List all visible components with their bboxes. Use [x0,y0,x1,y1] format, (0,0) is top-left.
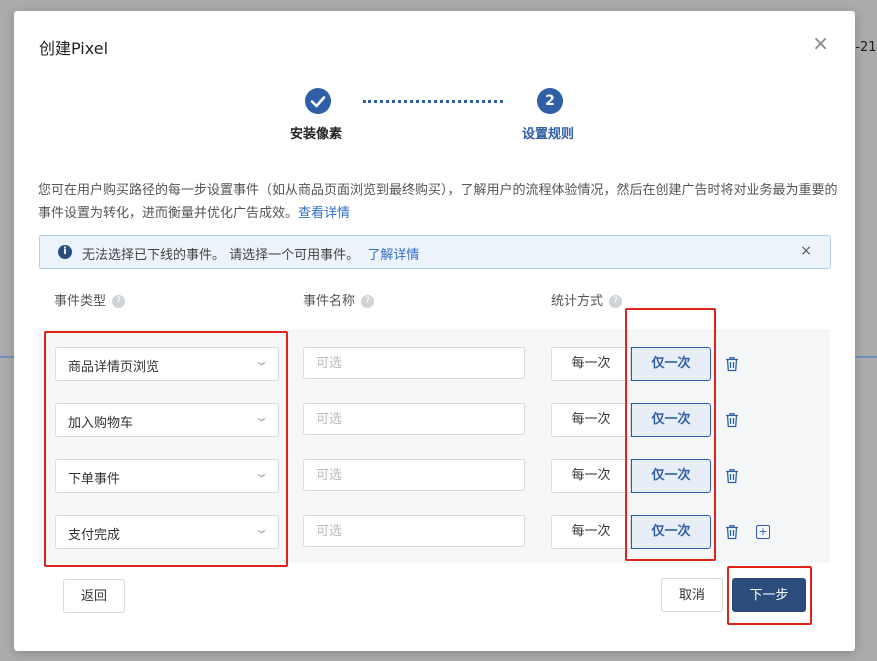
step-done-check-icon [305,88,331,114]
close-icon[interactable]: × [812,33,829,53]
next-step-button[interactable]: 下一步 [732,578,806,612]
trash-icon[interactable] [725,412,739,428]
cancel-button[interactable]: 取消 [661,578,723,612]
trash-icon[interactable] [725,356,739,372]
step-number-badge: 2 [537,88,563,114]
event-type-value: 下单事件 [68,472,121,487]
count-once-button[interactable]: 仅一次 [631,347,711,381]
help-icon[interactable]: ? [361,295,375,308]
info-icon: i [58,245,72,259]
step-label-rules: 设置规则 [522,127,575,142]
chevron-down-icon: ⌄ [254,467,269,480]
create-pixel-modal: 创建Pixel × 2 安装像素 设置规则 您可在用户购买路径的每一步设置事件（… [14,11,855,651]
count-once-button[interactable]: 仅一次 [631,515,711,549]
description-body: 您可在用户购买路径的每一步设置事件（如从商品页面浏览到最终购买），了解用户的流程… [38,183,838,221]
event-type-select[interactable]: 支付完成 ⌄ [55,515,279,549]
chevron-down-icon: ⌄ [254,523,269,536]
add-row-plus-icon[interactable]: + [756,525,770,539]
info-alert: i 无法选择已下线的事件。 请选择一个可用事件。 了解详情 × [39,235,831,269]
column-label: 统计方式 [551,294,604,309]
description-text: 您可在用户购买路径的每一步设置事件（如从商品页面浏览到最终购买），了解用户的流程… [38,179,838,225]
help-icon[interactable]: ? [112,295,126,308]
step-label-install: 安装像素 [290,127,343,142]
trash-icon[interactable] [725,524,739,540]
alert-text: 无法选择已下线的事件。 请选择一个可用事件。 [82,248,360,263]
event-name-input[interactable] [303,459,525,491]
count-each-button[interactable]: 每一次 [551,347,631,381]
event-type-select[interactable]: 加入购物车 ⌄ [55,403,279,437]
back-button[interactable]: 返回 [63,579,125,613]
column-label: 事件名称 [303,294,356,309]
help-icon[interactable]: ? [609,295,623,308]
column-header-count-method: 统计方式? [551,290,623,309]
event-name-input[interactable] [303,515,525,547]
rule-row: 下单事件 ⌄ 每一次 仅一次 [14,459,855,495]
count-each-button[interactable]: 每一次 [551,515,631,549]
event-type-value: 加入购物车 [68,416,134,431]
description-link[interactable]: 查看详情 [298,206,350,221]
column-label: 事件类型 [54,294,107,309]
check-icon [310,96,326,108]
event-type-select[interactable]: 下单事件 ⌄ [55,459,279,493]
count-once-button[interactable]: 仅一次 [631,459,711,493]
alert-link[interactable]: 了解详情 [367,248,419,263]
rule-row: 加入购物车 ⌄ 每一次 仅一次 [14,403,855,439]
event-type-select[interactable]: 商品详情页浏览 ⌄ [55,347,279,381]
event-type-value: 支付完成 [68,528,121,543]
alert-message: 无法选择已下线的事件。 请选择一个可用事件。 了解详情 [82,244,419,263]
alert-close-icon[interactable]: × [800,243,812,259]
chevron-down-icon: ⌄ [254,411,269,424]
column-header-event-name: 事件名称? [303,290,375,309]
chevron-down-icon: ⌄ [254,355,269,368]
event-name-input[interactable] [303,347,525,379]
modal-title: 创建Pixel [39,39,109,58]
event-name-input[interactable] [303,403,525,435]
count-each-button[interactable]: 每一次 [551,459,631,493]
rule-row: 支付完成 ⌄ 每一次 仅一次 + [14,515,855,551]
rule-row: 商品详情页浏览 ⌄ 每一次 仅一次 [14,347,855,383]
count-each-button[interactable]: 每一次 [551,403,631,437]
count-once-button[interactable]: 仅一次 [631,403,711,437]
column-header-event-type: 事件类型? [54,290,126,309]
event-type-value: 商品详情页浏览 [68,360,160,375]
trash-icon[interactable] [725,468,739,484]
step-connector [363,100,503,103]
